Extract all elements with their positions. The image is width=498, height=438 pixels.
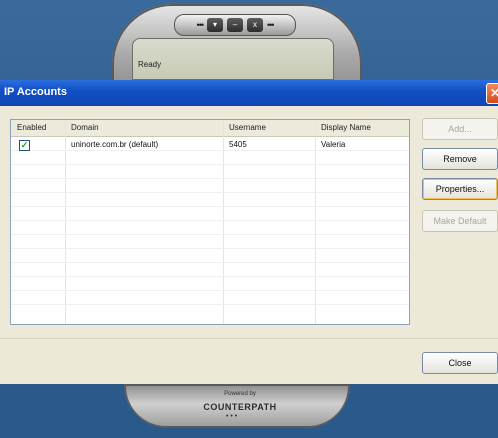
dialog-titlebar[interactable]: IP Accounts ✕ [0,80,498,106]
brand-dots: • • • [226,413,238,420]
remove-button[interactable]: Remove [422,148,498,170]
row-divider [11,234,409,235]
row-divider [11,220,409,221]
make-default-button[interactable]: Make Default [422,210,498,232]
enabled-checkbox[interactable]: ✓ [19,140,30,151]
row-divider [11,248,409,249]
display-name-cell: Valeria [321,140,346,149]
dialog-title: IP Accounts [4,86,67,98]
dialog-divider [0,338,498,339]
phone-dropdown-button[interactable]: ▾ [207,18,223,32]
phone-close-button[interactable]: x [247,18,263,32]
softphone-control-bar: ••• ▾ – x ••• [174,14,296,36]
username-cell: 5405 [229,140,247,149]
domain-cell: uninorte.com.br (default) [71,140,159,149]
row-divider [11,178,409,179]
phone-dots-right: ••• [267,20,275,30]
row-divider [11,150,409,151]
close-button[interactable]: Close [422,352,498,374]
list-header: Enabled Domain Username Display Name [11,120,409,137]
row-divider [11,290,409,291]
powered-by-text: Powered by [224,391,256,397]
phone-minimize-button[interactable]: – [227,18,243,32]
row-divider [11,262,409,263]
row-divider [11,164,409,165]
column-header-domain[interactable]: Domain [71,123,99,132]
row-divider [11,276,409,277]
phone-dots-left: ••• [196,20,205,30]
add-button[interactable]: Add... [422,118,498,140]
row-divider [11,304,409,305]
sip-accounts-dialog: IP Accounts ✕ Enabled Domain Username Di… [0,80,498,384]
phone-display [132,38,334,80]
close-icon[interactable]: ✕ [486,83,498,104]
phone-status-text: Ready [138,60,162,69]
column-header-username[interactable]: Username [229,123,266,132]
column-header-enabled[interactable]: Enabled [17,123,46,132]
row-divider [11,206,409,207]
accounts-list[interactable]: Enabled Domain Username Display Name ✓ u… [10,119,410,325]
row-divider [11,192,409,193]
properties-button[interactable]: Properties... [422,178,498,200]
counterpath-logo: COUNTERPATH [203,402,277,412]
column-header-display-name[interactable]: Display Name [321,123,371,132]
